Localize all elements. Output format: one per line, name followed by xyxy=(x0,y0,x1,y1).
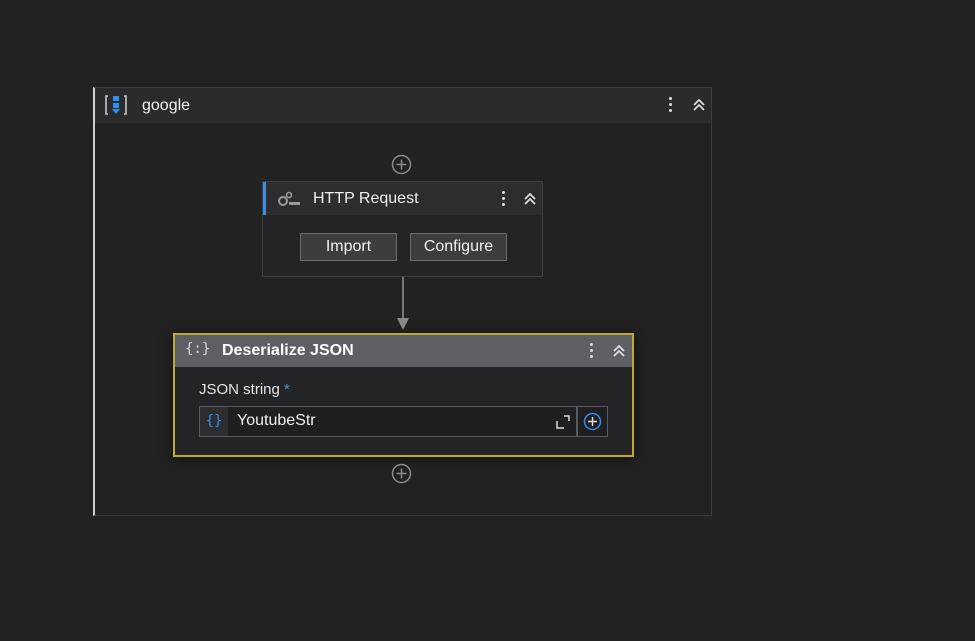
deserialize-json-title: Deserialize JSON xyxy=(222,342,354,359)
more-vertical-icon[interactable] xyxy=(586,340,596,362)
chevron-double-up-icon[interactable] xyxy=(691,97,707,113)
required-marker: * xyxy=(284,381,290,398)
http-request-icon xyxy=(278,191,300,206)
json-braces-icon: {:} xyxy=(185,341,211,357)
configure-button[interactable]: Configure xyxy=(410,233,507,261)
import-button[interactable]: Import xyxy=(300,233,397,261)
more-vertical-icon[interactable] xyxy=(498,188,508,210)
json-string-label: JSON string * xyxy=(199,381,290,398)
more-vertical-icon[interactable] xyxy=(665,94,675,116)
sequence-title: google xyxy=(142,97,191,114)
connector-line xyxy=(402,277,404,319)
http-request-activity[interactable]: HTTP Request Import Configure xyxy=(262,181,543,277)
sequence-icon xyxy=(105,95,127,115)
sequence-header[interactable]: google xyxy=(95,88,711,123)
add-variable-icon xyxy=(583,412,602,431)
add-circle-icon[interactable] xyxy=(391,154,412,175)
add-variable-button[interactable] xyxy=(577,406,608,437)
json-string-value[interactable]: YoutubeStr xyxy=(237,412,316,430)
json-string-input[interactable]: {} YoutubeStr xyxy=(199,406,577,437)
deserialize-json-header[interactable]: {:} Deserialize JSON xyxy=(175,335,632,367)
chevron-double-up-icon[interactable] xyxy=(611,343,627,359)
connector-arrow-icon xyxy=(397,318,409,330)
chevron-double-up-icon[interactable] xyxy=(522,191,538,207)
http-request-title: HTTP Request xyxy=(313,190,419,207)
expression-type-icon: {} xyxy=(200,407,228,436)
expand-icon[interactable] xyxy=(556,415,570,429)
json-string-label-text: JSON string xyxy=(199,381,280,398)
add-circle-icon[interactable] xyxy=(391,463,412,484)
deserialize-json-activity[interactable]: {:} Deserialize JSON JSON string * {} Yo… xyxy=(173,333,634,457)
http-request-header[interactable]: HTTP Request xyxy=(263,182,542,215)
